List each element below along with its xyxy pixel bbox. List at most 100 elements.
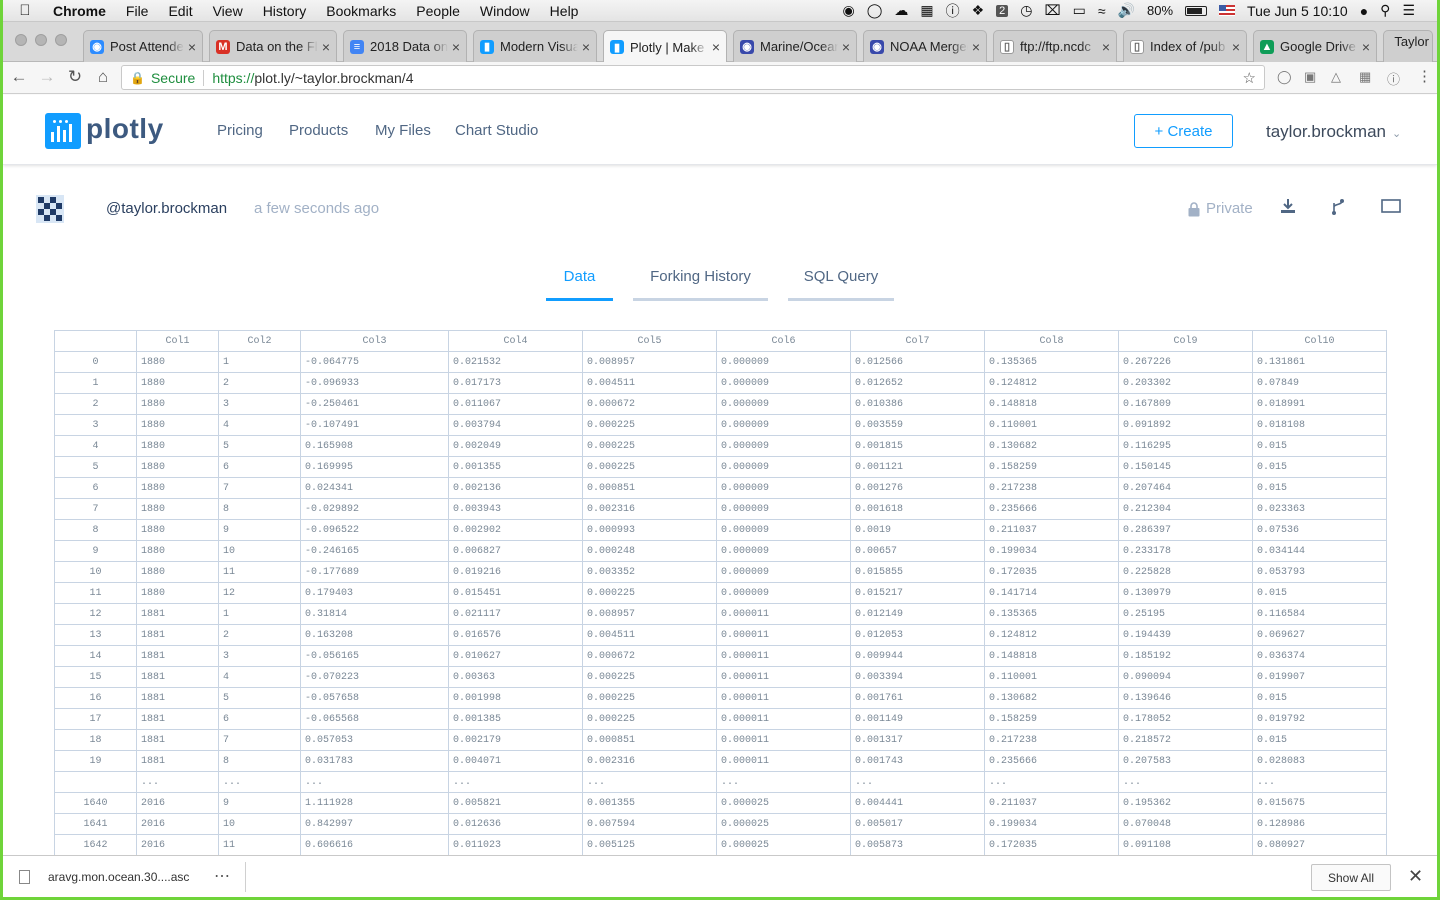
table-cell[interactable]: 0.005821: [448, 792, 583, 814]
table-cell[interactable]: ...: [582, 771, 717, 793]
table-cell[interactable]: 0.194439: [1118, 624, 1253, 646]
notification-center-icon[interactable]: ☰: [1402, 2, 1415, 19]
table-cell[interactable]: 0.25195: [1118, 603, 1253, 625]
table-cell[interactable]: 0.003943: [448, 498, 583, 520]
table-cell[interactable]: 0.015451: [448, 582, 583, 604]
table-cell[interactable]: 0.199034: [984, 813, 1119, 835]
close-icon[interactable]: ✕: [1408, 866, 1423, 887]
apple-icon[interactable]: : [3, 2, 47, 19]
show-all-button[interactable]: Show All: [1311, 864, 1391, 891]
table-cell[interactable]: 1880: [136, 435, 219, 457]
table-cell[interactable]: 0.179403: [300, 582, 449, 604]
table-cell[interactable]: 1881: [136, 750, 219, 772]
table-cell[interactable]: 0.012652: [850, 372, 985, 394]
create-button[interactable]: + Create: [1134, 114, 1233, 148]
table-row[interactable]: 3 1880 4 -0.107491 0.003794 0.000225 0.000009 0…: [54, 414, 1387, 436]
menu-bookmarks[interactable]: Bookmarks: [316, 3, 406, 19]
table-cell[interactable]: 0.135365: [984, 603, 1119, 625]
table-cell[interactable]: 1: [218, 351, 301, 373]
table-cell[interactable]: 0.036374: [1252, 645, 1387, 667]
table-cell[interactable]: 0.167809: [1118, 393, 1253, 415]
table-cell[interactable]: 0.000009: [716, 477, 851, 499]
tab-close-icon[interactable]: ×: [188, 39, 196, 55]
table-row[interactable]: 19 1881 8 0.031783 0.004071 0.002316 0.000011 0…: [54, 750, 1387, 772]
table-cell[interactable]: 0.000025: [716, 813, 851, 835]
column-header[interactable]: Col3: [300, 330, 449, 352]
table-cell[interactable]: 0.090094: [1118, 666, 1253, 688]
table-cell[interactable]: 0.000025: [716, 792, 851, 814]
table-cell[interactable]: ...: [850, 771, 985, 793]
status-badge-number[interactable]: 2: [996, 4, 1009, 17]
table-row[interactable]: 1640 2016 9 1.111928 0.005821 0.001355 0.00002…: [54, 792, 1387, 814]
table-cell[interactable]: 0.007594: [582, 813, 717, 835]
table-cell[interactable]: -0.065568: [300, 708, 449, 730]
owner-username[interactable]: @taylor.brockman: [106, 200, 227, 217]
tab-close-icon[interactable]: ×: [972, 39, 980, 55]
table-cell[interactable]: 0.005017: [850, 813, 985, 835]
table-cell[interactable]: 0.000225: [582, 708, 717, 730]
table-cell[interactable]: 0.003352: [582, 561, 717, 583]
table-cell[interactable]: 0.128986: [1252, 813, 1387, 835]
menu-history[interactable]: History: [253, 3, 317, 19]
table-cell[interactable]: 1881: [136, 708, 219, 730]
table-cell[interactable]: 0.130979: [1118, 582, 1253, 604]
table-cell[interactable]: 0.000225: [582, 456, 717, 478]
table-row[interactable]: ..............................: [54, 771, 1387, 793]
table-row[interactable]: 7 1880 8 -0.029892 0.003943 0.002316 0.000009 0…: [54, 498, 1387, 520]
fork-icon[interactable]: [1331, 198, 1345, 221]
browser-tab[interactable]: ▯ Index of /pub ×: [1123, 30, 1247, 62]
table-row[interactable]: 16 1881 5 -0.057658 0.001998 0.000225 0.000011…: [54, 687, 1387, 709]
table-cell[interactable]: 0.015: [1252, 687, 1387, 709]
table-cell[interactable]: 0.000248: [582, 540, 717, 562]
table-cell[interactable]: 0.211037: [984, 519, 1119, 541]
table-row[interactable]: 0 1880 1 -0.064775 0.021532 0.008957 0.000009 0…: [54, 351, 1387, 373]
table-cell[interactable]: -0.056165: [300, 645, 449, 667]
table-cell[interactable]: 0.016576: [448, 624, 583, 646]
tab-close-icon[interactable]: ×: [712, 39, 720, 55]
table-cell[interactable]: 0.207464: [1118, 477, 1253, 499]
table-cell[interactable]: 0.148818: [984, 393, 1119, 415]
table-cell[interactable]: 0.217238: [984, 729, 1119, 751]
tab-sql-query[interactable]: SQL Query: [788, 268, 894, 301]
table-cell[interactable]: 1880: [136, 498, 219, 520]
table-cell[interactable]: 0.217238: [984, 477, 1119, 499]
table-cell[interactable]: 0.203302: [1118, 372, 1253, 394]
table-cell[interactable]: 0.000225: [582, 582, 717, 604]
table-cell[interactable]: 0.000851: [582, 477, 717, 499]
column-header[interactable]: Col9: [1118, 330, 1253, 352]
table-cell[interactable]: 1880: [136, 519, 219, 541]
table-cell[interactable]: 2016: [136, 792, 219, 814]
table-cell[interactable]: 4: [218, 414, 301, 436]
table-cell[interactable]: 0.124812: [984, 372, 1119, 394]
table-cell[interactable]: 0.000225: [582, 666, 717, 688]
table-cell[interactable]: 12: [218, 582, 301, 604]
table-cell[interactable]: 0.130682: [984, 435, 1119, 457]
table-cell[interactable]: 5: [218, 687, 301, 709]
table-row[interactable]: 18 1881 7 0.057053 0.002179 0.000851 0.000011 0…: [54, 729, 1387, 751]
table-cell[interactable]: 0.158259: [984, 708, 1119, 730]
table-cell[interactable]: 0.000011: [716, 645, 851, 667]
table-row[interactable]: 17 1881 6 -0.065568 0.001385 0.000225 0.000011…: [54, 708, 1387, 730]
index-header[interactable]: [54, 330, 137, 352]
table-cell[interactable]: 0.001121: [850, 456, 985, 478]
home-icon[interactable]: ⌂: [92, 67, 114, 87]
status-info-icon[interactable]: ⓘ: [946, 1, 960, 21]
browser-tab[interactable]: ▯ ftp://ftp.ncdc ×: [993, 30, 1117, 62]
table-cell[interactable]: 0.172035: [984, 834, 1119, 856]
lock-icon[interactable]: 🔒: [130, 71, 145, 85]
extension-circle-icon[interactable]: ◯: [1277, 69, 1292, 85]
table-cell[interactable]: 0.131861: [1252, 351, 1387, 373]
table-cell[interactable]: 9: [218, 792, 301, 814]
table-row[interactable]: 2 1880 3 -0.250461 0.011067 0.000672 0.000009 0…: [54, 393, 1387, 415]
table-cell[interactable]: ...: [984, 771, 1119, 793]
table-cell[interactable]: -0.096933: [300, 372, 449, 394]
table-cell[interactable]: 0.000011: [716, 687, 851, 709]
table-row[interactable]: 1 1880 2 -0.096933 0.017173 0.004511 0.000009 0…: [54, 372, 1387, 394]
table-cell[interactable]: 0.011067: [448, 393, 583, 415]
menu-people[interactable]: People: [406, 3, 470, 19]
tab-close-icon[interactable]: ×: [452, 39, 460, 55]
table-cell[interactable]: 1881: [136, 603, 219, 625]
table-cell[interactable]: 0.003394: [850, 666, 985, 688]
table-cell[interactable]: 0.212304: [1118, 498, 1253, 520]
table-cell[interactable]: 0.015: [1252, 477, 1387, 499]
